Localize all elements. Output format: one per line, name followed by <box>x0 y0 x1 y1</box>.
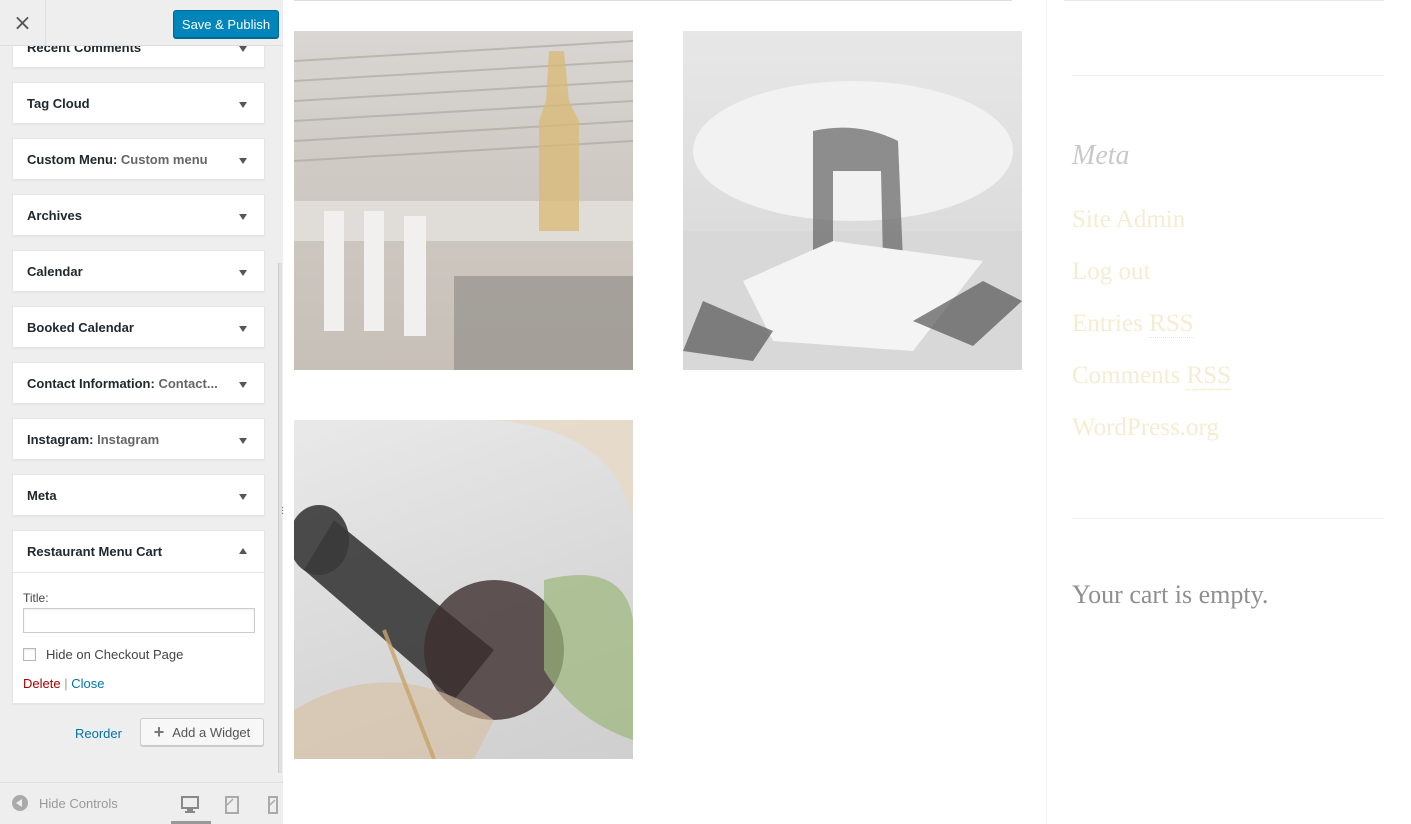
widget-separator <box>1072 518 1384 519</box>
content-divider <box>294 0 1012 1</box>
caret-down-icon[interactable] <box>239 158 247 164</box>
add-widget-button[interactable]: + Add a Widget <box>140 718 264 746</box>
title-label: Title: <box>23 591 49 605</box>
gallery-image-wine-bottle[interactable] <box>294 420 633 759</box>
title-input[interactable] <box>23 608 255 633</box>
widget-title: Tag Cloud <box>27 96 90 111</box>
widget-title: Custom Menu: Custom menu <box>27 152 208 167</box>
widget-form: Title: Hide on Checkout Page Delete | Cl… <box>13 573 264 703</box>
hide-controls-label: Hide Controls <box>39 795 118 811</box>
widget-meta[interactable]: Meta <box>12 474 265 516</box>
customizer-footer: Hide Controls <box>0 782 283 824</box>
hide-on-checkout-checkbox[interactable] <box>23 648 36 661</box>
widget-title: Contact Information: Contact... <box>27 376 218 391</box>
widget-title: Meta <box>27 488 57 503</box>
widget-custom-menu[interactable]: Custom Menu: Custom menu <box>12 138 265 180</box>
gallery-image-table-setting[interactable] <box>683 31 1022 370</box>
caret-down-icon[interactable] <box>239 102 247 108</box>
caret-down-icon[interactable] <box>239 214 247 220</box>
comments-rss-link[interactable]: Comments RSS <box>1072 362 1232 390</box>
gallery-image-wine-bar[interactable] <box>294 31 633 370</box>
widget-title: Recent Comments <box>27 46 142 55</box>
hide-on-checkout-label[interactable]: Hide on Checkout Page <box>46 647 183 662</box>
hide-on-checkout-row: Hide on Checkout Page <box>23 647 254 662</box>
tablet-icon[interactable] <box>222 795 242 815</box>
collapse-arrow-icon <box>12 795 28 811</box>
widgets-panel: Recent Comments Tag Cloud Custom Menu: C… <box>0 46 283 782</box>
widget-title: Restaurant Menu Cart <box>27 544 163 559</box>
widget-header[interactable]: Restaurant Menu Cart <box>13 531 264 573</box>
widget-instagram[interactable]: Instagram: Instagram <box>12 418 265 460</box>
widget-calendar[interactable]: Calendar <box>12 250 265 292</box>
cart-empty-message: Your cart is empty. <box>1072 580 1269 609</box>
site-admin-link[interactable]: Site Admin <box>1072 206 1185 234</box>
site-preview: Meta Site Admin Log out Entries RSS Comm… <box>284 0 1411 824</box>
caret-up-icon[interactable] <box>239 548 247 554</box>
close-link[interactable]: Close <box>71 676 104 691</box>
widget-contact-information[interactable]: Contact Information: Contact... <box>12 362 265 404</box>
customizer-sidebar: × Save & Publish Recent Comments Tag Clo… <box>0 0 283 824</box>
widget-separator <box>1072 75 1384 76</box>
close-icon[interactable]: × <box>0 0 46 46</box>
sidebar-widgets: Meta Site Admin Log out Entries RSS Comm… <box>1046 0 1411 824</box>
caret-down-icon[interactable] <box>239 382 247 388</box>
widgets-list: Recent Comments Tag Cloud Custom Menu: C… <box>12 46 265 762</box>
caret-down-icon[interactable] <box>239 494 247 500</box>
widget-title: Archives <box>27 208 82 223</box>
widget-archives[interactable]: Archives <box>12 194 265 236</box>
hide-controls-button[interactable]: Hide Controls <box>12 795 118 811</box>
widget-title: Booked Calendar <box>27 320 134 335</box>
column-divider <box>1064 0 1384 1</box>
delete-link[interactable]: Delete <box>23 676 61 691</box>
caret-down-icon[interactable] <box>239 438 247 444</box>
caret-down-icon[interactable] <box>239 270 247 276</box>
customizer-header: × Save & Publish <box>0 0 283 46</box>
plus-icon: + <box>153 721 165 742</box>
actions-separator: | <box>64 676 68 691</box>
wordpress-org-link[interactable]: WordPress.org <box>1072 414 1219 442</box>
add-widget-label: Add a Widget <box>172 724 251 740</box>
widget-tag-cloud[interactable]: Tag Cloud <box>12 82 265 124</box>
widget-control-actions: Delete | Close <box>23 676 254 691</box>
widget-area-actions: Reorder + Add a Widget <box>12 718 265 762</box>
widget-title: Calendar <box>27 264 83 279</box>
entries-rss-link[interactable]: Entries RSS <box>1072 310 1194 338</box>
desktop-icon[interactable] <box>180 795 200 815</box>
widget-recent-comments[interactable]: Recent Comments <box>12 46 265 68</box>
log-out-link[interactable]: Log out <box>1072 258 1150 286</box>
widget-title: Instagram: Instagram <box>27 432 160 447</box>
mobile-icon[interactable] <box>263 795 283 815</box>
save-publish-button[interactable]: Save & Publish <box>173 10 279 38</box>
widget-restaurant-menu-cart: Restaurant Menu Cart Title: Hide on Chec… <box>12 530 265 704</box>
meta-widget-title: Meta <box>1072 140 1130 171</box>
reorder-link[interactable]: Reorder <box>75 726 122 741</box>
caret-down-icon[interactable] <box>239 46 247 52</box>
widget-booked-calendar[interactable]: Booked Calendar <box>12 306 265 348</box>
caret-down-icon[interactable] <box>239 326 247 332</box>
